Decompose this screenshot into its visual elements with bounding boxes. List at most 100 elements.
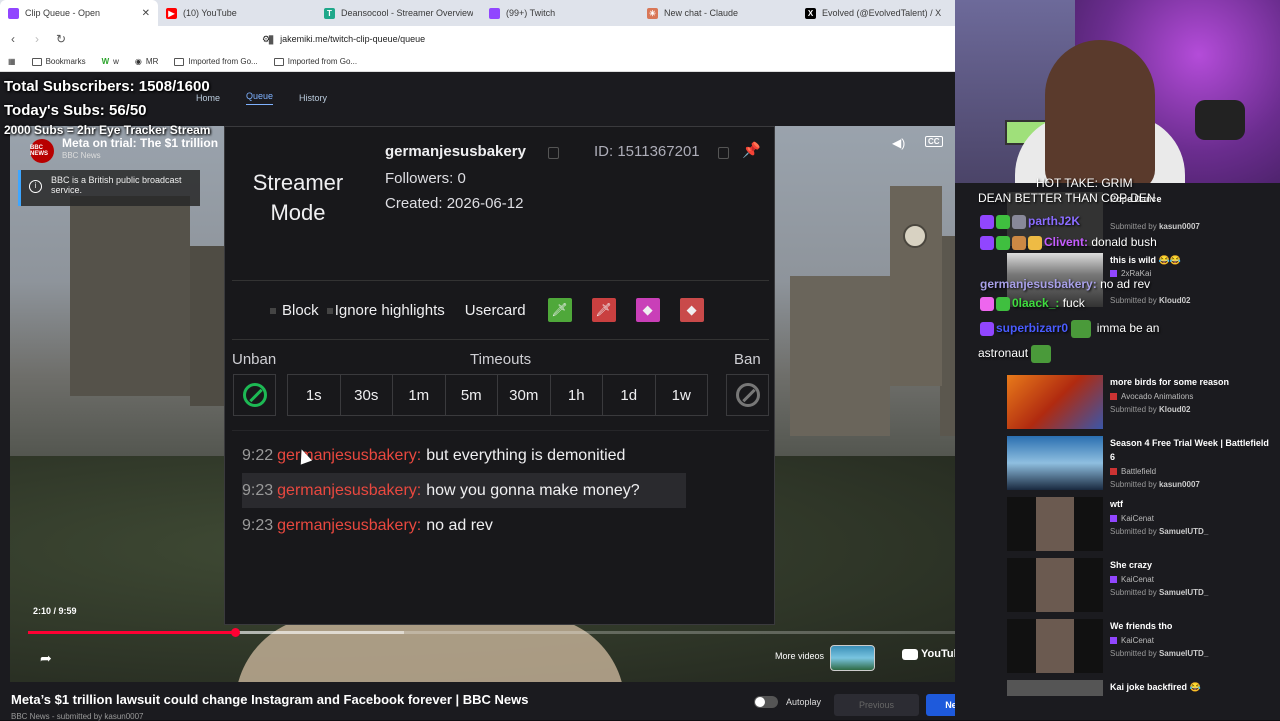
queue-submitter: Submitted by SamuelUTD_ [1110, 649, 1209, 658]
url-text: jakemiki.me/twitch-clip-queue/queue [280, 34, 426, 44]
autoplay-label: Autoplay [786, 697, 822, 707]
usercard-followers: Followers: 0 [385, 170, 466, 187]
twitch-icon [489, 7, 500, 19]
queue-title: Kai joke backfired 😂 [1110, 682, 1201, 692]
autoplay-toggle[interactable] [754, 696, 778, 708]
copy-icon[interactable] [548, 147, 559, 159]
queue-item[interactable]: more birds for some reason Avocado Anima… [1005, 375, 1275, 435]
tab-label: New chat - Claude [664, 8, 739, 18]
bookmark-item[interactable]: Bookmarks [31, 57, 86, 66]
unban-icon [242, 383, 267, 407]
tab-x[interactable]: X Evolved (@EvolvedTalent) / X [797, 0, 955, 26]
progress-played [28, 631, 235, 634]
emote-icon [996, 235, 1010, 250]
timeout-1w-button[interactable]: 1w [654, 374, 708, 416]
timeout-1s-button[interactable]: 1s [287, 374, 341, 416]
sword-red-icon[interactable]: 🗡 [591, 298, 616, 322]
video-title[interactable]: Meta on trial: The $1 trillion [62, 136, 218, 150]
chat-message: 9:23 germanjesusbakery: no ad rev [242, 516, 493, 535]
clock-face [903, 224, 927, 248]
queue-title: We friends tho [1110, 621, 1173, 631]
usercard-link[interactable]: Usercard [465, 302, 526, 319]
info-icon: i [29, 180, 42, 193]
address-bar[interactable]: ⚙ jakemiki.me/twitch-clip-queue/queue [262, 30, 932, 48]
bbc-news-logo[interactable]: BBC NEWS [30, 139, 54, 163]
chat-line: germanjesusbakery: no ad rev [980, 277, 1151, 291]
tab-youtube[interactable]: ▶ (10) YouTube [158, 0, 316, 26]
bookmark-item[interactable]: Ww [102, 57, 119, 66]
more-videos-label[interactable]: More videos [775, 651, 824, 661]
timeout-1d-button[interactable]: 1d [602, 374, 656, 416]
tab-clip-queue[interactable]: Clip Queue - Open ✕ [0, 0, 158, 26]
apps-icon[interactable]: ▦ [8, 57, 16, 66]
chat-username[interactable]: germanjesusbakery: [277, 482, 421, 500]
tab-label: (99+) Twitch [506, 8, 556, 18]
back-icon[interactable]: ‹ [6, 32, 20, 46]
tab-streamer-overview[interactable]: T Deansocool - Streamer Overview [316, 0, 481, 26]
queue-item[interactable]: wtf KaiCenat Submitted by SamuelUTD_ [1005, 497, 1275, 557]
queue-thumbnail [1007, 680, 1103, 696]
ban-icon [735, 383, 760, 407]
bookmark-item[interactable]: Imported from Go... [174, 57, 258, 66]
block-checkbox[interactable]: Block [270, 302, 319, 319]
queue-item[interactable]: Kai joke backfired 😂 [1005, 680, 1275, 720]
bookmark-item[interactable]: Imported from Go... [273, 57, 357, 66]
chat-username[interactable]: germanjesusbakery: [277, 517, 421, 535]
chat-line: superbizarr0 imma be an [980, 320, 1159, 338]
queue-item[interactable]: Season 4 Free Trial Week | Battlefield 6… [1005, 436, 1275, 496]
reload-icon[interactable]: ↻ [54, 32, 68, 46]
divider [232, 280, 769, 281]
captions-icon[interactable]: CC [925, 136, 943, 147]
previous-button[interactable]: Previous [834, 694, 919, 716]
video-channel: BBC News [62, 151, 101, 160]
microphone [1195, 100, 1245, 140]
timeout-1h-button[interactable]: 1h [549, 374, 603, 416]
queue-item[interactable]: We friends tho KaiCenat Submitted by Sam… [1005, 619, 1275, 679]
folder-icon [174, 57, 185, 66]
folder-icon [273, 57, 284, 66]
timeout-1m-button[interactable]: 1m [392, 374, 446, 416]
clip-title: Meta’s $1 trillion lawsuit could change … [11, 692, 529, 707]
more-videos-thumbnail[interactable] [830, 645, 875, 671]
globe-icon: ◉ [134, 57, 142, 66]
info-text: BBC is a British public broadcast servic… [51, 175, 182, 195]
gem-icon[interactable]: ◆ [635, 298, 660, 322]
timeout-5m-button[interactable]: 5m [444, 374, 498, 416]
badge-icon [980, 296, 994, 311]
site-info-icon[interactable]: ⚙ [262, 34, 270, 45]
timeout-30s-button[interactable]: 30s [339, 374, 393, 416]
timeouts-label: Timeouts [470, 351, 532, 368]
queue-title: wtf [1110, 499, 1123, 509]
ignore-highlights-checkbox[interactable]: Ignore highlights [326, 302, 445, 319]
presenter [235, 616, 625, 682]
tt-icon: T [324, 7, 335, 19]
gem-red-icon[interactable]: ◆ [679, 298, 704, 322]
volume-icon[interactable]: ◀) [892, 136, 905, 150]
browser-tabbar: Clip Queue - Open ✕ ▶ (10) YouTube T Dea… [0, 0, 955, 26]
timeout-30m-button[interactable]: 30m [497, 374, 551, 416]
queue-item[interactable]: She crazy KaiCenat Submitted by SamuelUT… [1005, 558, 1275, 618]
chat-line: DEAN BETTER THAN COP DEN [978, 191, 1156, 205]
bookmark-item[interactable]: ◉ MR [135, 57, 158, 66]
queue-channel: Battlefield [1110, 467, 1156, 476]
close-icon[interactable]: ✕ [142, 8, 150, 19]
usercard-username[interactable]: germanjesusbakery [385, 143, 526, 160]
tab-twitch[interactable]: (99+) Twitch [481, 0, 639, 26]
sword-green-icon[interactable]: 🗡 [547, 298, 572, 322]
nav-history[interactable]: History [299, 93, 327, 103]
copy-icon[interactable] [718, 147, 729, 159]
queue-thumbnail [1007, 497, 1103, 551]
sub-goal: 2000 Subs = 2hr Eye Tracker Stream [4, 123, 211, 137]
pin-icon[interactable]: 📌 [742, 141, 761, 159]
tab-claude[interactable]: ✳ New chat - Claude [639, 0, 797, 26]
queue-channel: Avocado Animations [1110, 392, 1193, 401]
forward-icon[interactable]: › [30, 32, 44, 46]
share-icon[interactable]: ➦ [40, 650, 52, 667]
ban-button[interactable] [726, 374, 769, 416]
video-time: 2:10 / 9:59 [33, 606, 77, 616]
queue-thumbnail [1007, 558, 1103, 612]
nav-queue[interactable]: Queue [246, 91, 274, 105]
progress-scrubber[interactable] [231, 628, 240, 637]
queue-submitter: Submitted by SamuelUTD_ [1110, 527, 1209, 536]
unban-button[interactable] [233, 374, 276, 416]
